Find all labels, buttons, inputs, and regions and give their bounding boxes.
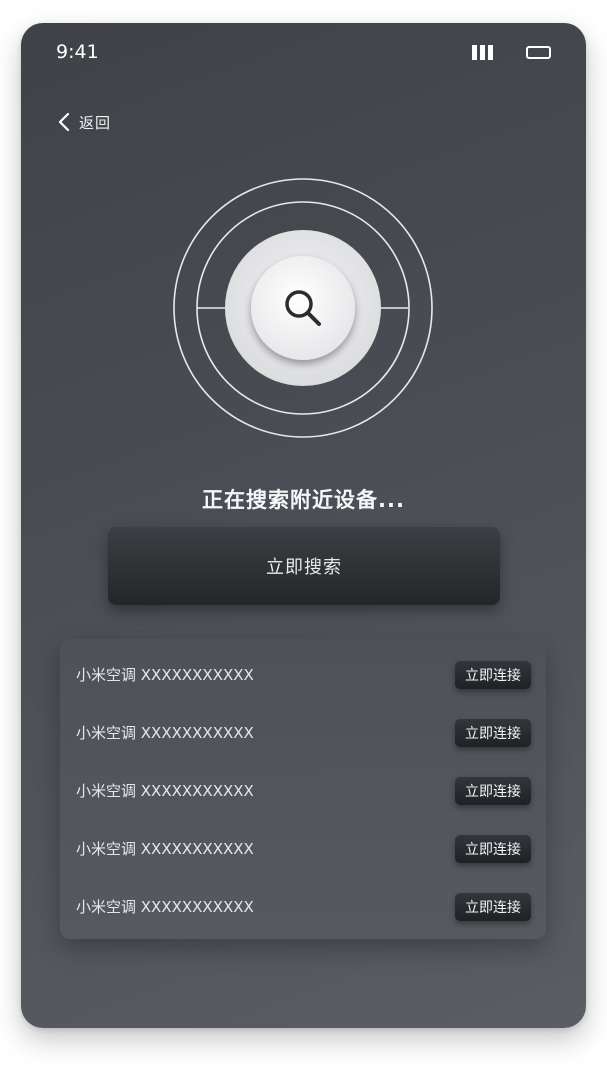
device-list: 小米空调 XXXXXXXXXXX 立即连接 小米空调 XXXXXXXXXXX 立… (60, 639, 546, 939)
status-time: 9:41 (56, 41, 99, 63)
battery-icon (526, 46, 551, 59)
back-label: 返回 (79, 113, 112, 132)
connect-button[interactable]: 立即连接 (455, 835, 531, 863)
device-name: 小米空调 XXXXXXXXXXX (76, 782, 254, 800)
chevron-left-icon (58, 112, 70, 132)
connect-button[interactable]: 立即连接 (455, 661, 531, 689)
connect-button[interactable]: 立即连接 (455, 777, 531, 805)
signal-bars-icon (472, 45, 493, 60)
device-list-item: 小米空调 XXXXXXXXXXX 立即连接 (60, 656, 546, 692)
search-now-button[interactable]: 立即搜索 (108, 527, 500, 605)
device-list-item: 小米空调 XXXXXXXXXXX 立即连接 (60, 714, 546, 750)
searching-status-text: 正在搜索附近设备... (202, 488, 405, 512)
phone-screen: 9:41 返回 正在搜索附近设备... 立即搜索 小米空调 XXXXXXXXXX… (21, 23, 586, 1028)
device-name: 小米空调 XXXXXXXXXXX (76, 666, 254, 684)
radar-graphic (173, 178, 433, 438)
device-name: 小米空调 XXXXXXXXXXX (76, 724, 254, 742)
connect-button[interactable]: 立即连接 (455, 893, 531, 921)
device-name: 小米空调 XXXXXXXXXXX (76, 898, 254, 916)
back-button[interactable]: 返回 (57, 109, 111, 135)
device-list-item: 小米空调 XXXXXXXXXXX 立即连接 (60, 888, 546, 924)
device-name: 小米空调 XXXXXXXXXXX (76, 840, 254, 858)
device-list-item: 小米空调 XXXXXXXXXXX 立即连接 (60, 772, 546, 808)
device-list-item: 小米空调 XXXXXXXXXXX 立即连接 (60, 830, 546, 866)
connect-button[interactable]: 立即连接 (455, 719, 531, 747)
search-knob (251, 256, 355, 360)
status-bar: 9:41 (21, 23, 586, 83)
